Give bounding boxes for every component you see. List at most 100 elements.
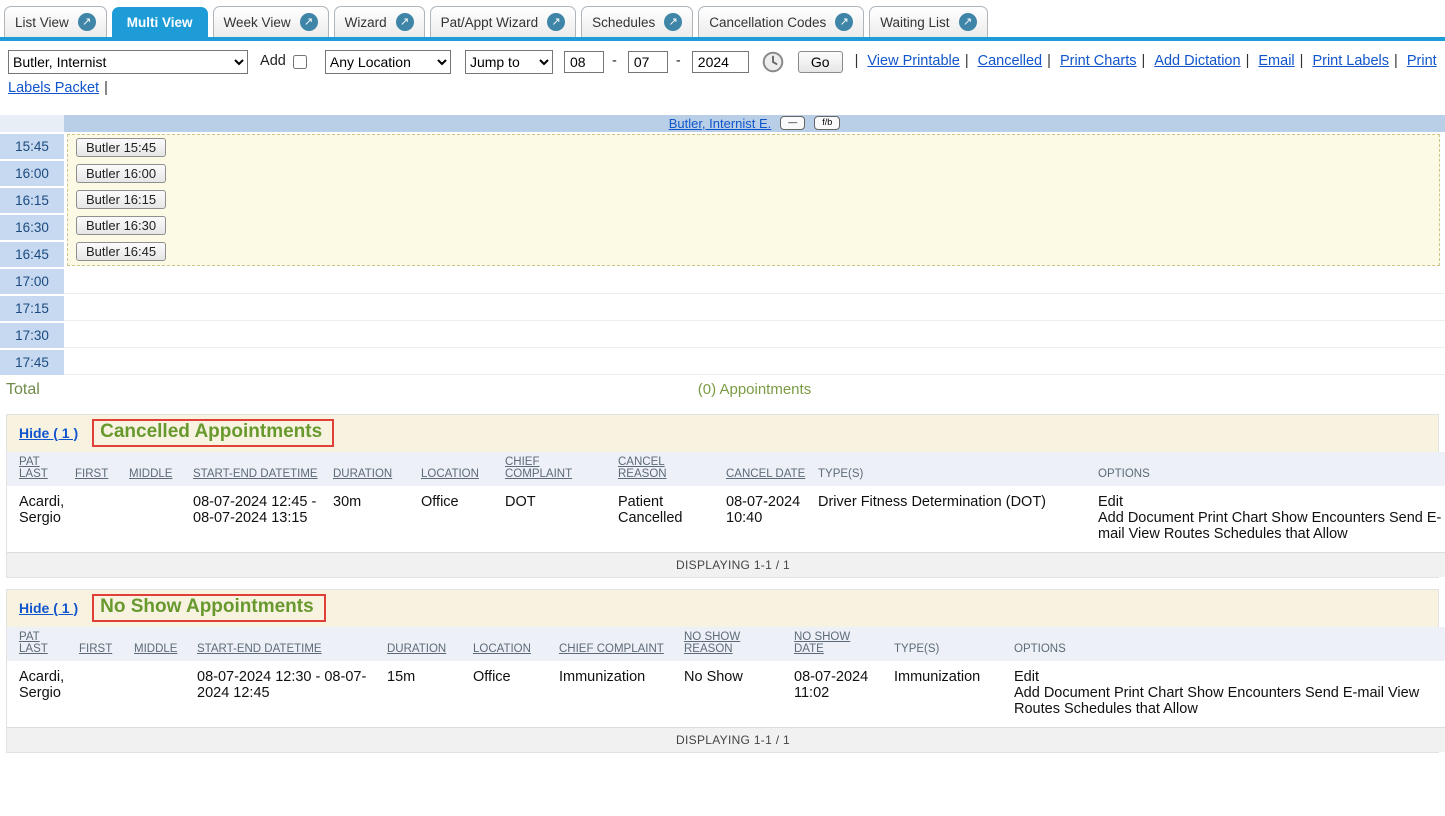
no-show-section-title: No Show Appointments (92, 594, 326, 622)
col-header-cancel-reason[interactable]: CANCEL REASON (618, 456, 667, 480)
option-show-encounters[interactable]: Show Encounters (1271, 510, 1385, 526)
col-header-location[interactable]: LOCATION (421, 468, 479, 480)
option-edit[interactable]: Edit (1014, 669, 1039, 685)
date-month-input[interactable] (564, 51, 604, 73)
schedule-empty-row-1715 (64, 294, 1445, 321)
tab-label: Week View (224, 15, 291, 30)
option-schedules-that-allow[interactable]: Schedules that Allow (1214, 526, 1348, 542)
date-year-input[interactable] (692, 51, 749, 73)
time-label: 17:30 (0, 323, 64, 348)
col-header-middle[interactable]: MIDDLE (129, 468, 172, 480)
open-new-window-icon[interactable]: ↗ (396, 13, 414, 31)
date-day-input[interactable] (628, 51, 668, 73)
hide-no-show-link[interactable]: Hide ( 1 ) (19, 600, 78, 616)
col-header-start-end[interactable]: START-END DATETIME (193, 468, 318, 480)
col-header-duration[interactable]: DURATION (387, 643, 446, 655)
cell-no-show-reason: No Show (678, 661, 788, 728)
option-print-chart[interactable]: Print Chart (1114, 685, 1183, 701)
link-add-dictation[interactable]: Add Dictation (1154, 53, 1240, 69)
col-header-duration[interactable]: DURATION (333, 468, 392, 480)
tab-week-view[interactable]: Week View ↗ (213, 6, 329, 37)
go-button[interactable]: Go (798, 51, 843, 73)
tab-waiting-list[interactable]: Waiting List ↗ (869, 6, 987, 37)
slot-button-1615[interactable]: Butler 16:15 (76, 190, 166, 209)
slot-button-1545[interactable]: Butler 15:45 (76, 138, 166, 157)
tab-label: List View (15, 15, 69, 30)
col-header-cancel-date[interactable]: CANCEL DATE (726, 468, 805, 480)
cell-location: Office (467, 661, 553, 728)
link-cancelled[interactable]: Cancelled (978, 53, 1043, 69)
col-header-location[interactable]: LOCATION (473, 643, 531, 655)
open-new-window-icon[interactable]: ↗ (835, 13, 853, 31)
option-view-routes[interactable]: View Routes (1129, 526, 1210, 542)
option-add-document[interactable]: Add Document (1098, 510, 1194, 526)
location-select[interactable]: Any Location (325, 50, 451, 74)
col-header-types: TYPE(S) (818, 468, 863, 480)
col-header-no-show-date[interactable]: NO SHOW DATE (794, 631, 850, 655)
col-header-middle[interactable]: MIDDLE (134, 643, 177, 655)
slot-button-1600[interactable]: Butler 16:00 (76, 164, 166, 183)
open-new-window-icon[interactable]: ↗ (547, 13, 565, 31)
cell-options: Edit Add Document Print Chart Show Encou… (1008, 661, 1445, 728)
cell-start-end: 08-07-2024 12:30 - 08-07-2024 12:45 (191, 661, 381, 728)
col-header-first[interactable]: FIRST (75, 468, 108, 480)
tab-pat-appt-wizard[interactable]: Pat/Appt Wizard ↗ (430, 6, 577, 37)
slot-row: Butler 15:45 (68, 135, 1439, 161)
col-header-start-end[interactable]: START-END DATETIME (197, 643, 322, 655)
option-add-document[interactable]: Add Document (1014, 685, 1110, 701)
open-new-window-icon[interactable]: ↗ (959, 13, 977, 31)
link-separator: | (965, 53, 969, 69)
col-header-pat-last[interactable]: PAT LAST (19, 456, 48, 480)
cell-chief-complaint: DOT (499, 486, 612, 553)
option-print-chart[interactable]: Print Chart (1198, 510, 1267, 526)
no-show-appointment-row: Acardi, Sergio 08-07-2024 12:30 - 08-07-… (7, 661, 1445, 728)
collapse-column-button[interactable]: — (780, 116, 805, 130)
provider-select[interactable]: Butler, Internist (8, 50, 248, 74)
schedule-total-row: Total (0) Appointments (0, 377, 1445, 403)
link-separator: | (1142, 53, 1146, 69)
option-edit[interactable]: Edit (1098, 494, 1123, 510)
provider-header-link[interactable]: Butler, Internist E. (669, 116, 772, 131)
col-header-first[interactable]: FIRST (79, 643, 112, 655)
cell-first (73, 661, 128, 728)
link-view-printable[interactable]: View Printable (867, 53, 959, 69)
tab-multi-view[interactable]: Multi View (112, 7, 208, 37)
link-print-charts[interactable]: Print Charts (1060, 53, 1137, 69)
date-separator: - (676, 53, 681, 69)
link-print-labels[interactable]: Print Labels (1312, 53, 1389, 69)
col-header-chief-complaint[interactable]: CHIEF COMPLAINT (505, 456, 572, 480)
tab-label: Pat/Appt Wizard (441, 15, 539, 30)
option-schedules-that-allow[interactable]: Schedules that Allow (1064, 701, 1198, 717)
link-email[interactable]: Email (1258, 53, 1294, 69)
schedule-empty-row-1745 (64, 348, 1445, 375)
available-slots-block: Butler 15:45 Butler 16:00 Butler 16:15 B… (67, 134, 1440, 266)
tab-cancellation-codes[interactable]: Cancellation Codes ↗ (698, 6, 864, 37)
add-checkbox[interactable] (293, 55, 307, 69)
tab-label: Wizard (345, 15, 387, 30)
tab-label: Waiting List (880, 15, 949, 30)
col-header-chief-complaint[interactable]: CHIEF COMPLAINT (559, 643, 664, 655)
tab-schedules[interactable]: Schedules ↗ (581, 6, 693, 37)
slot-button-1645[interactable]: Butler 16:45 (76, 242, 166, 261)
cell-first (69, 486, 123, 553)
clock-icon[interactable] (762, 51, 784, 73)
cell-location: Office (415, 486, 499, 553)
option-show-encounters[interactable]: Show Encounters (1187, 685, 1301, 701)
no-show-displaying-row: DISPLAYING 1-1 / 1 (7, 727, 1445, 752)
open-new-window-icon[interactable]: ↗ (300, 13, 318, 31)
hide-cancelled-link[interactable]: Hide ( 1 ) (19, 425, 78, 441)
col-header-pat-last[interactable]: PAT LAST (19, 631, 48, 655)
jump-to-select[interactable]: Jump to (465, 50, 553, 74)
open-new-window-icon[interactable]: ↗ (664, 13, 682, 31)
col-header-options: OPTIONS (1098, 468, 1150, 480)
tab-list-view[interactable]: List View ↗ (4, 6, 107, 37)
fb-button[interactable]: f/b (814, 116, 840, 130)
tab-label: Schedules (592, 15, 655, 30)
open-new-window-icon[interactable]: ↗ (78, 13, 96, 31)
cancelled-appointments-table: PAT LAST FIRST MIDDLE START-END DATETIME… (7, 452, 1445, 577)
slot-row: Butler 16:30 (68, 213, 1439, 239)
tab-wizard[interactable]: Wizard ↗ (334, 6, 425, 37)
option-send-email[interactable]: Send E-mail (1305, 685, 1384, 701)
slot-button-1630[interactable]: Butler 16:30 (76, 216, 166, 235)
col-header-no-show-reason[interactable]: NO SHOW REASON (684, 631, 740, 655)
